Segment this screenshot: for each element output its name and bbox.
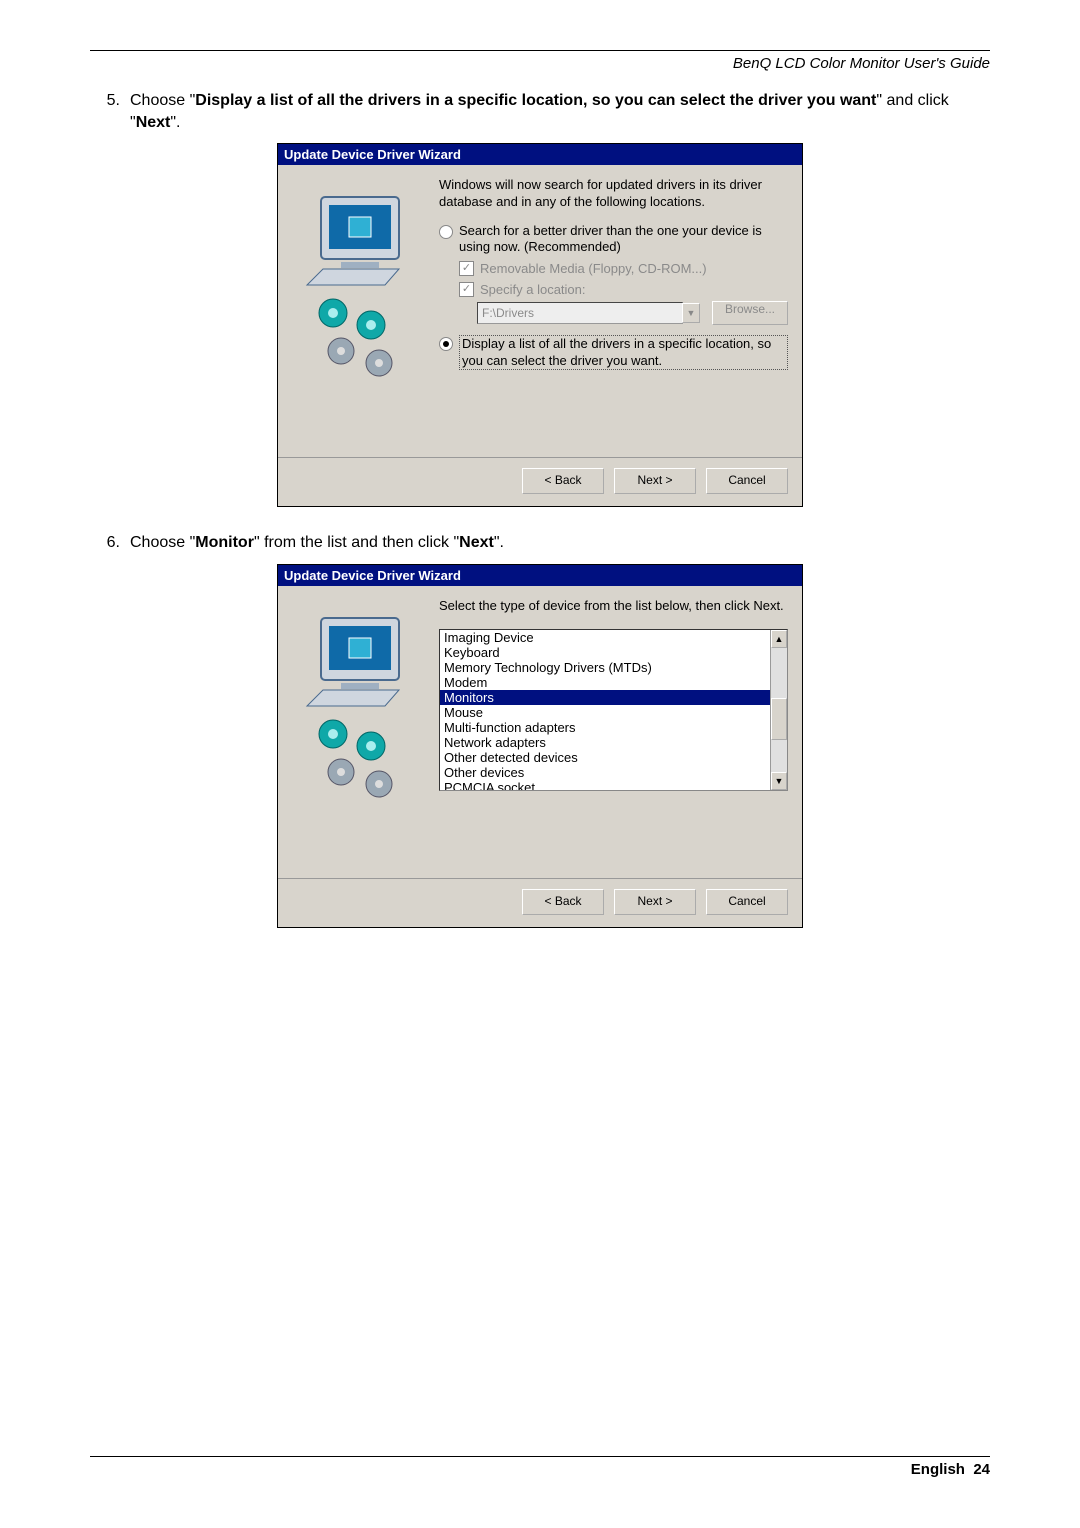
step-5-number: 5. <box>90 90 130 133</box>
dialog1-intro: Windows will now search for updated driv… <box>439 177 788 211</box>
header-title: BenQ LCD Color Monitor User's Guide <box>90 55 990 72</box>
next-button[interactable]: Next > <box>614 468 696 494</box>
checkbox-icon: ✓ <box>459 282 474 297</box>
wizard-graphic <box>288 598 433 868</box>
checkbox-specify-location: ✓ Specify a location: <box>459 282 788 297</box>
step-6-text: Choose "Monitor" from the list and then … <box>130 532 990 554</box>
step-6-number: 6. <box>90 532 130 554</box>
list-item[interactable]: Other devices <box>440 765 770 780</box>
step-5: 5. Choose "Display a list of all the dri… <box>90 90 990 133</box>
step-5-text: Choose "Display a list of all the driver… <box>130 90 990 133</box>
device-type-listbox[interactable]: Imaging DeviceKeyboardMemory Technology … <box>439 629 788 791</box>
page-footer: English 24 <box>90 1461 990 1478</box>
checkbox-icon: ✓ <box>459 261 474 276</box>
radio-display-list[interactable]: Display a list of all the drivers in a s… <box>439 335 788 370</box>
list-item[interactable]: Network adapters <box>440 735 770 750</box>
radio-icon <box>439 225 453 239</box>
list-item[interactable]: Multi-function adapters <box>440 720 770 735</box>
list-item[interactable]: Memory Technology Drivers (MTDs) <box>440 660 770 675</box>
list-item[interactable]: Keyboard <box>440 645 770 660</box>
list-item[interactable]: Monitors <box>440 690 770 705</box>
list-item[interactable]: Mouse <box>440 705 770 720</box>
cancel-button[interactable]: Cancel <box>706 889 788 915</box>
scroll-down-icon[interactable]: ▼ <box>771 772 787 790</box>
listbox-scrollbar[interactable]: ▲ ▼ <box>770 630 787 790</box>
radio-icon <box>439 337 453 351</box>
back-button[interactable]: < Back <box>522 889 604 915</box>
list-item[interactable]: Modem <box>440 675 770 690</box>
path-combobox: F:\Drivers <box>477 302 683 324</box>
back-button[interactable]: < Back <box>522 468 604 494</box>
radio-search-better[interactable]: Search for a better driver than the one … <box>439 223 788 256</box>
cancel-button[interactable]: Cancel <box>706 468 788 494</box>
dialog2-title: Update Device Driver Wizard <box>278 565 802 586</box>
checkbox-removable-media: ✓ Removable Media (Floppy, CD-ROM...) <box>459 261 788 276</box>
chevron-down-icon: ▼ <box>682 303 700 323</box>
step-6: 6. Choose "Monitor" from the list and th… <box>90 532 990 554</box>
wizard-graphic <box>288 177 433 447</box>
dialog2-intro: Select the type of device from the list … <box>439 598 788 615</box>
list-item[interactable]: PCMCIA socket <box>440 780 770 790</box>
browse-button: Browse... <box>712 301 788 325</box>
list-item[interactable]: Other detected devices <box>440 750 770 765</box>
next-button[interactable]: Next > <box>614 889 696 915</box>
scroll-up-icon[interactable]: ▲ <box>771 630 787 648</box>
list-item[interactable]: Imaging Device <box>440 630 770 645</box>
dialog-driver-search: Update Device Driver Wizard <box>277 143 803 507</box>
dialog1-title: Update Device Driver Wizard <box>278 144 802 165</box>
scroll-thumb[interactable] <box>771 698 787 740</box>
dialog-device-type: Update Device Driver Wizard <box>277 564 803 928</box>
